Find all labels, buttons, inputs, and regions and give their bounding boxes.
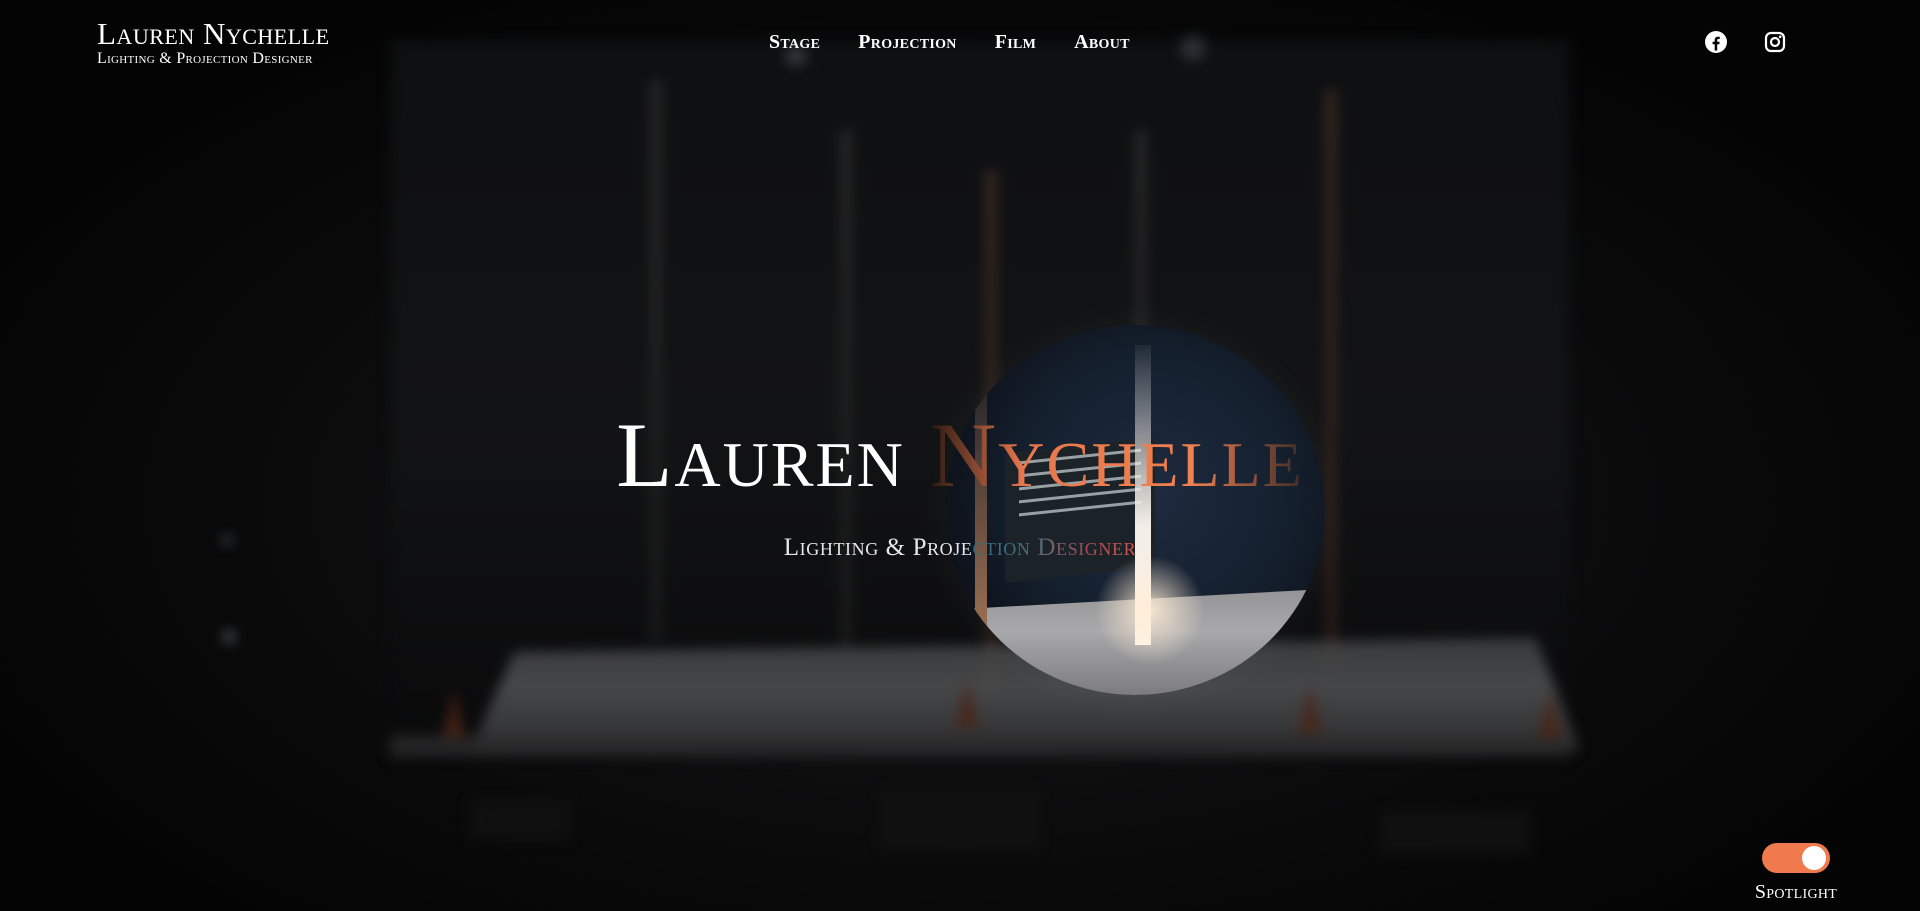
audience-seat	[880, 790, 1040, 850]
nav-item-about[interactable]: About	[1074, 30, 1130, 54]
spotlight-toggle-group: Spotlight	[1740, 843, 1852, 903]
nav-item-film[interactable]: Film	[995, 30, 1036, 54]
stage-cone	[442, 690, 466, 738]
hero-title-accent: Nychelle	[929, 404, 1304, 506]
stage-pillar	[840, 130, 852, 650]
hero-subtitle-head: Lighting & Proje	[783, 534, 973, 561]
nav-item-projection[interactable]: Projection	[858, 30, 956, 54]
audience-seat	[470, 800, 570, 840]
stage-cone	[1538, 690, 1562, 738]
facebook-icon	[1705, 31, 1727, 53]
instagram-icon	[1764, 31, 1786, 53]
nav-item-stage[interactable]: Stage	[769, 30, 820, 54]
brand-home-link[interactable]: Lauren Nychelle Lighting & Projection De…	[97, 18, 330, 68]
hero-subtitle: Lighting & Projection Designer	[0, 533, 1920, 563]
hero-subtitle-tail: ction Designer	[972, 534, 1137, 561]
page: Lauren Nychelle Lighting & Projection De…	[0, 0, 1920, 911]
stage-pillar	[1325, 90, 1337, 670]
brand-name: Lauren Nychelle	[97, 16, 330, 51]
hero-title: Lauren Nychelle	[0, 405, 1920, 505]
stage-light-dot	[222, 630, 236, 644]
stage-apron	[390, 735, 1570, 757]
site-header: Lauren Nychelle Lighting & Projection De…	[0, 0, 1920, 90]
toggle-knob	[1802, 846, 1826, 870]
facebook-link[interactable]	[1704, 30, 1728, 54]
spotlight-toggle-label: Spotlight	[1754, 881, 1838, 903]
social-links	[1704, 30, 1787, 54]
spotlight-circle	[945, 325, 1325, 695]
instagram-link[interactable]	[1763, 30, 1787, 54]
spotlight-toggle-switch[interactable]	[1762, 843, 1830, 873]
hero-title-first: Lauren	[616, 404, 905, 506]
main-nav: Stage Projection Film About	[769, 30, 1168, 54]
audience-seat	[1380, 810, 1530, 855]
spotlight-glow	[1095, 555, 1205, 665]
brand-tagline: Lighting & Projection Designer	[97, 50, 313, 67]
